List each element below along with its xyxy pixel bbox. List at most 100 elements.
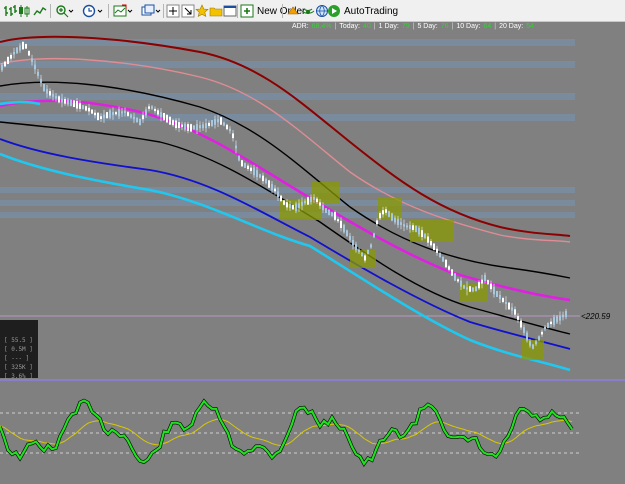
zoom-in-icon[interactable] bbox=[55, 3, 69, 19]
candle-body bbox=[355, 244, 357, 251]
toolbar: New Order AutoTrading bbox=[0, 0, 625, 22]
candle-body bbox=[481, 279, 483, 284]
candle-body bbox=[37, 71, 39, 76]
candle-body bbox=[253, 167, 255, 176]
candle-body bbox=[277, 191, 279, 198]
crosshair-icon[interactable] bbox=[166, 3, 180, 19]
candle-body bbox=[283, 200, 285, 205]
candle-body bbox=[391, 213, 393, 221]
autotrading-button[interactable]: AutoTrading bbox=[327, 3, 398, 19]
candle-body bbox=[511, 307, 513, 311]
candle-body bbox=[166, 114, 168, 123]
indicators-icon[interactable] bbox=[113, 3, 127, 19]
candle-body bbox=[34, 64, 36, 70]
candle-body bbox=[415, 225, 417, 233]
candle-body bbox=[442, 256, 444, 262]
candle-body bbox=[292, 205, 294, 210]
star-icon[interactable] bbox=[195, 3, 209, 19]
candle-body bbox=[100, 116, 102, 119]
candle-body bbox=[193, 125, 195, 130]
candle-body bbox=[226, 124, 228, 130]
chevron-down-icon[interactable] bbox=[68, 3, 74, 19]
candle-body bbox=[217, 119, 219, 123]
candle-body bbox=[538, 336, 540, 341]
candle-body bbox=[109, 110, 111, 118]
candle-body bbox=[121, 111, 123, 114]
candle-body bbox=[544, 326, 546, 330]
candle-body bbox=[31, 58, 33, 62]
candle-body bbox=[103, 114, 105, 119]
candle-body bbox=[523, 327, 525, 333]
candle-body bbox=[25, 43, 27, 49]
envelope-black-line bbox=[0, 81, 571, 279]
candle-body bbox=[73, 100, 75, 108]
candle-body bbox=[199, 125, 201, 129]
highlight-zones bbox=[280, 182, 544, 360]
candle-body bbox=[133, 116, 135, 120]
templates-icon[interactable] bbox=[141, 3, 155, 19]
candle-body bbox=[349, 235, 351, 241]
clock-icon[interactable] bbox=[82, 3, 96, 19]
history-icon[interactable] bbox=[286, 3, 300, 19]
candle-body bbox=[499, 294, 501, 300]
candle-body bbox=[394, 217, 396, 223]
oscillator-chart[interactable] bbox=[0, 381, 625, 484]
line-chart-icon[interactable] bbox=[33, 3, 47, 19]
candle-body bbox=[250, 167, 252, 172]
candle-body bbox=[61, 98, 63, 103]
candle-body bbox=[289, 203, 291, 209]
bar-chart-icon[interactable] bbox=[3, 3, 17, 19]
candle-body bbox=[55, 96, 57, 99]
candle-body bbox=[505, 301, 507, 305]
zone-bars bbox=[0, 39, 575, 218]
signals-icon[interactable] bbox=[301, 3, 315, 19]
candle-body bbox=[430, 241, 432, 246]
candle-body bbox=[451, 269, 453, 276]
candle-body bbox=[97, 112, 99, 121]
candle-body bbox=[259, 174, 261, 178]
candle-body bbox=[190, 124, 192, 132]
candle-body bbox=[448, 266, 450, 270]
chevron-down-icon[interactable] bbox=[97, 3, 103, 19]
candle-body bbox=[310, 196, 312, 203]
candle-body bbox=[46, 88, 48, 94]
candle-body bbox=[550, 321, 552, 325]
candle-body bbox=[445, 259, 447, 268]
candle-body bbox=[184, 123, 186, 130]
candle-body bbox=[376, 220, 378, 225]
chevron-down-icon[interactable] bbox=[155, 3, 161, 19]
candle-body bbox=[334, 212, 336, 220]
folder-icon[interactable] bbox=[209, 3, 223, 19]
candle-body bbox=[397, 218, 399, 225]
candle-body bbox=[223, 122, 225, 126]
envelope-blue-line bbox=[0, 138, 571, 350]
candle-body bbox=[124, 110, 126, 114]
candle-body bbox=[526, 332, 528, 341]
window-icon[interactable] bbox=[223, 3, 237, 19]
candle-body bbox=[106, 112, 108, 119]
candle-body bbox=[148, 106, 150, 109]
candle-body bbox=[301, 201, 303, 206]
candle-body bbox=[112, 112, 114, 116]
candlestick-icon[interactable] bbox=[17, 3, 31, 19]
candle-body bbox=[367, 249, 369, 255]
candle-body bbox=[178, 122, 180, 128]
navigate-icon[interactable] bbox=[181, 3, 195, 19]
candle-body bbox=[91, 109, 93, 114]
candle-body bbox=[160, 112, 162, 118]
chevron-down-icon[interactable] bbox=[127, 3, 133, 19]
candle-body bbox=[508, 302, 510, 310]
candle-body bbox=[379, 213, 381, 219]
price-chart[interactable] bbox=[0, 22, 625, 380]
candle-body bbox=[175, 120, 177, 129]
candle-body bbox=[370, 244, 372, 248]
candlesticks bbox=[1, 41, 567, 350]
candle-body bbox=[10, 54, 12, 59]
candle-body bbox=[247, 165, 249, 170]
candle-body bbox=[28, 50, 30, 56]
candle-body bbox=[454, 273, 456, 281]
candle-body bbox=[319, 202, 321, 206]
candle-body bbox=[328, 209, 330, 216]
candle-body bbox=[535, 341, 537, 345]
candle-body bbox=[400, 222, 402, 225]
